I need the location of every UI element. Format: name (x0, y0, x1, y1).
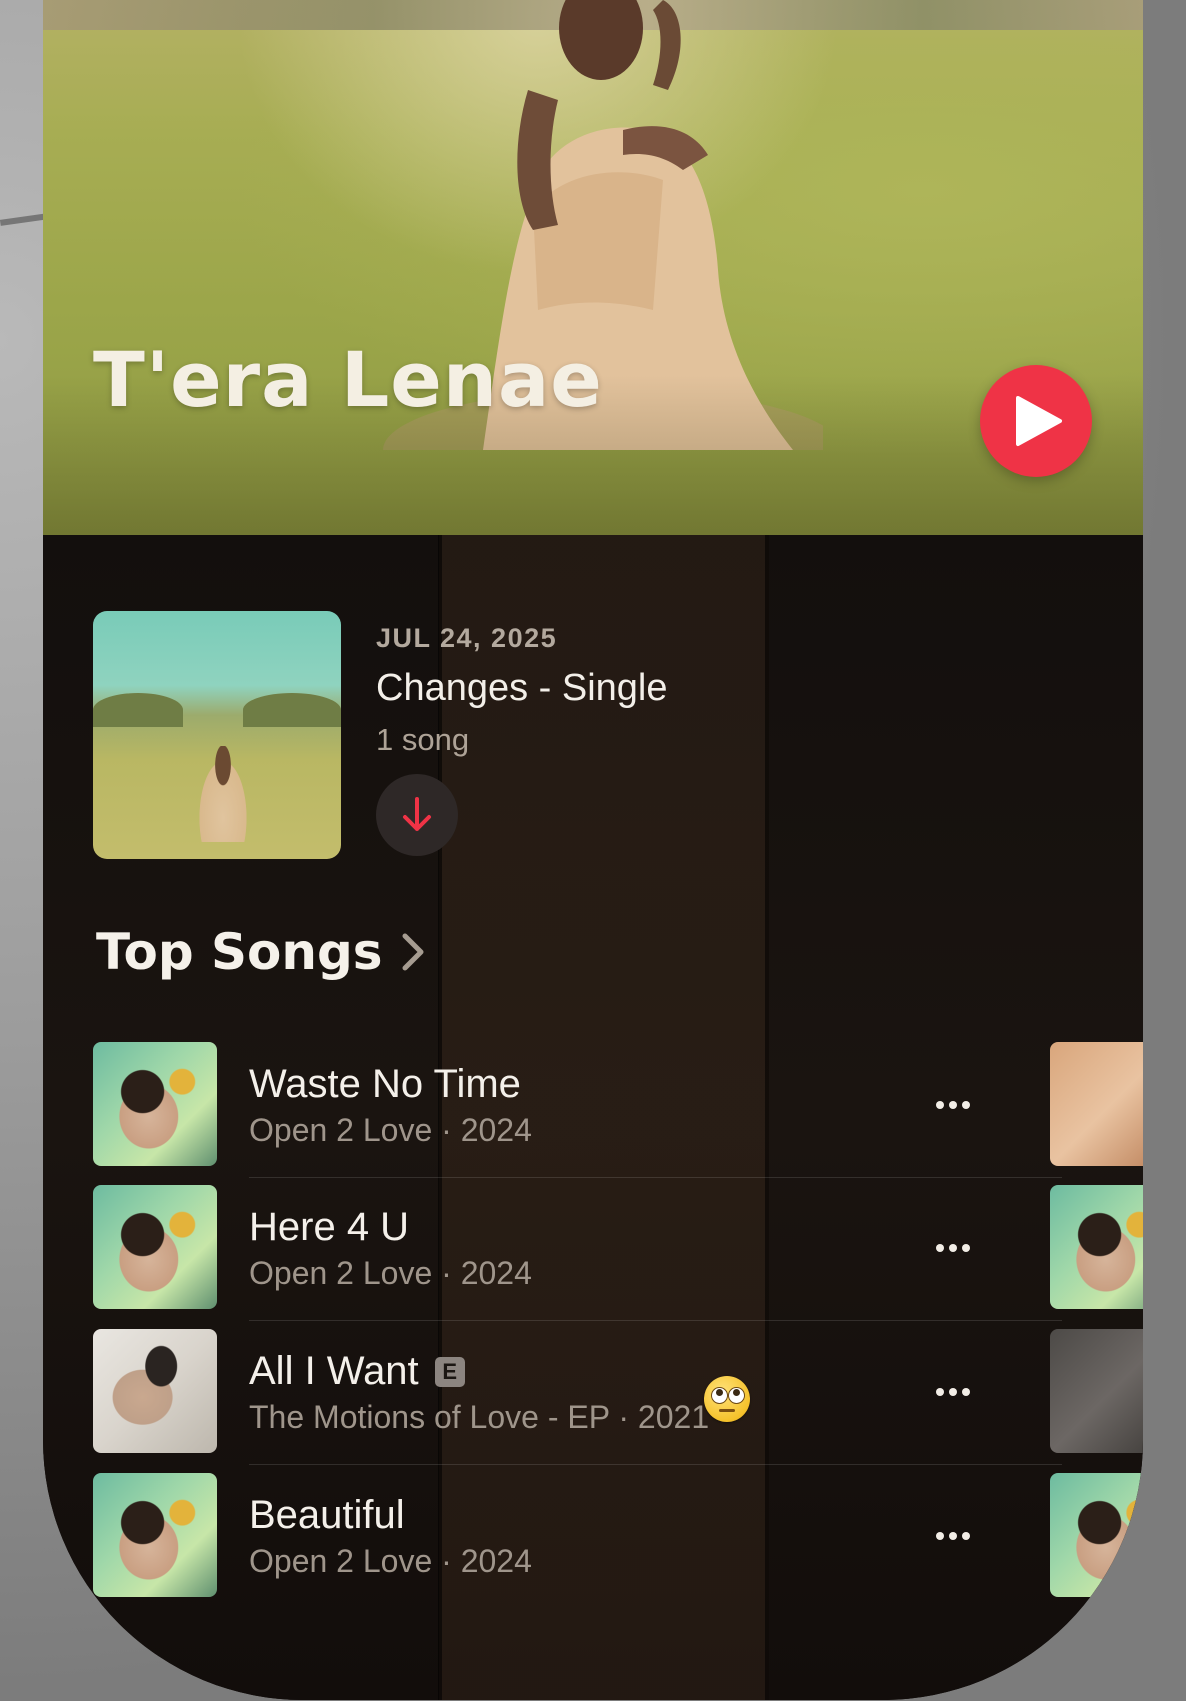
section-title: Top Songs (96, 923, 383, 981)
row-divider (249, 1177, 1062, 1178)
release-song-count: 1 song (376, 722, 470, 757)
song-title-text: All I Want (249, 1349, 419, 1393)
release-date: JUL 24, 2025 (376, 623, 558, 653)
next-column-artwork[interactable] (1050, 1042, 1143, 1166)
emoji-eye (728, 1387, 745, 1404)
ellipsis-icon (936, 1243, 944, 1252)
more-options-button[interactable] (923, 1517, 983, 1553)
artist-page: T'era Lenae JUL 24, 2025 Changes - Singl… (43, 0, 1143, 1700)
ellipsis-icon (962, 1243, 970, 1252)
song-album-year: Open 2 Love · 2024 (249, 1112, 532, 1148)
artist-hero-image: T'era Lenae (43, 0, 1143, 535)
song-row[interactable]: Beautiful Open 2 Love · 2024 (43, 1473, 1143, 1616)
song-album-year: Open 2 Love · 2024 (249, 1255, 532, 1291)
song-title-text: Beautiful (249, 1493, 405, 1537)
ellipsis-icon (949, 1387, 957, 1396)
song-title: All I Want E (249, 1349, 465, 1394)
song-title: Here 4 U (249, 1205, 409, 1250)
next-column-artwork[interactable] (1050, 1329, 1143, 1453)
song-title: Waste No Time (249, 1062, 521, 1107)
song-album-year: Open 2 Love · 2024 (249, 1543, 532, 1579)
song-title-text: Here 4 U (249, 1205, 410, 1249)
explicit-badge: E (434, 1356, 465, 1387)
song-artwork (93, 1473, 217, 1597)
more-options-button[interactable] (923, 1229, 983, 1265)
top-songs-header[interactable]: Top Songs (96, 920, 425, 984)
ellipsis-icon (962, 1531, 970, 1540)
download-button[interactable] (376, 774, 458, 856)
ellipsis-icon (949, 1100, 957, 1109)
rolling-eyes-emoji (704, 1376, 750, 1422)
song-title-text: Waste No Time (249, 1062, 521, 1106)
more-options-button[interactable] (923, 1373, 983, 1409)
ellipsis-icon (962, 1100, 970, 1109)
row-divider (249, 1320, 1062, 1321)
chevron-right-icon (402, 933, 424, 971)
song-row[interactable]: Waste No Time Open 2 Love · 2024 (43, 1042, 1143, 1185)
song-row[interactable]: All I Want E The Motions of Love - EP · 2… (43, 1329, 1143, 1472)
more-options-button[interactable] (923, 1086, 983, 1122)
artwork-tree (93, 693, 183, 727)
song-row[interactable]: Here 4 U Open 2 Love · 2024 (43, 1185, 1143, 1328)
ellipsis-icon (936, 1531, 944, 1540)
download-arrow-icon (403, 797, 431, 831)
release-title[interactable]: Changes - Single (376, 667, 668, 710)
ellipsis-icon (949, 1243, 957, 1252)
song-artwork (93, 1329, 217, 1453)
emoji-eye (711, 1387, 728, 1404)
ellipsis-icon (936, 1387, 944, 1396)
next-column-artwork[interactable] (1050, 1185, 1143, 1309)
song-artwork (93, 1042, 217, 1166)
ellipsis-icon (949, 1531, 957, 1540)
ellipsis-icon (936, 1100, 944, 1109)
artwork-tree (243, 693, 341, 727)
artist-name: T'era Lenae (93, 335, 603, 424)
next-column-artwork[interactable] (1050, 1473, 1143, 1597)
ellipsis-icon (962, 1387, 970, 1396)
emoji-mouth (719, 1409, 735, 1412)
artwork-figure (193, 746, 253, 842)
song-artwork (93, 1185, 217, 1309)
play-button[interactable] (980, 365, 1092, 477)
play-icon (1016, 396, 1062, 446)
latest-release-artwork[interactable] (93, 611, 341, 859)
row-divider (249, 1464, 1062, 1465)
song-album-year: The Motions of Love - EP · 2021 (249, 1399, 710, 1435)
song-title: Beautiful (249, 1493, 405, 1538)
